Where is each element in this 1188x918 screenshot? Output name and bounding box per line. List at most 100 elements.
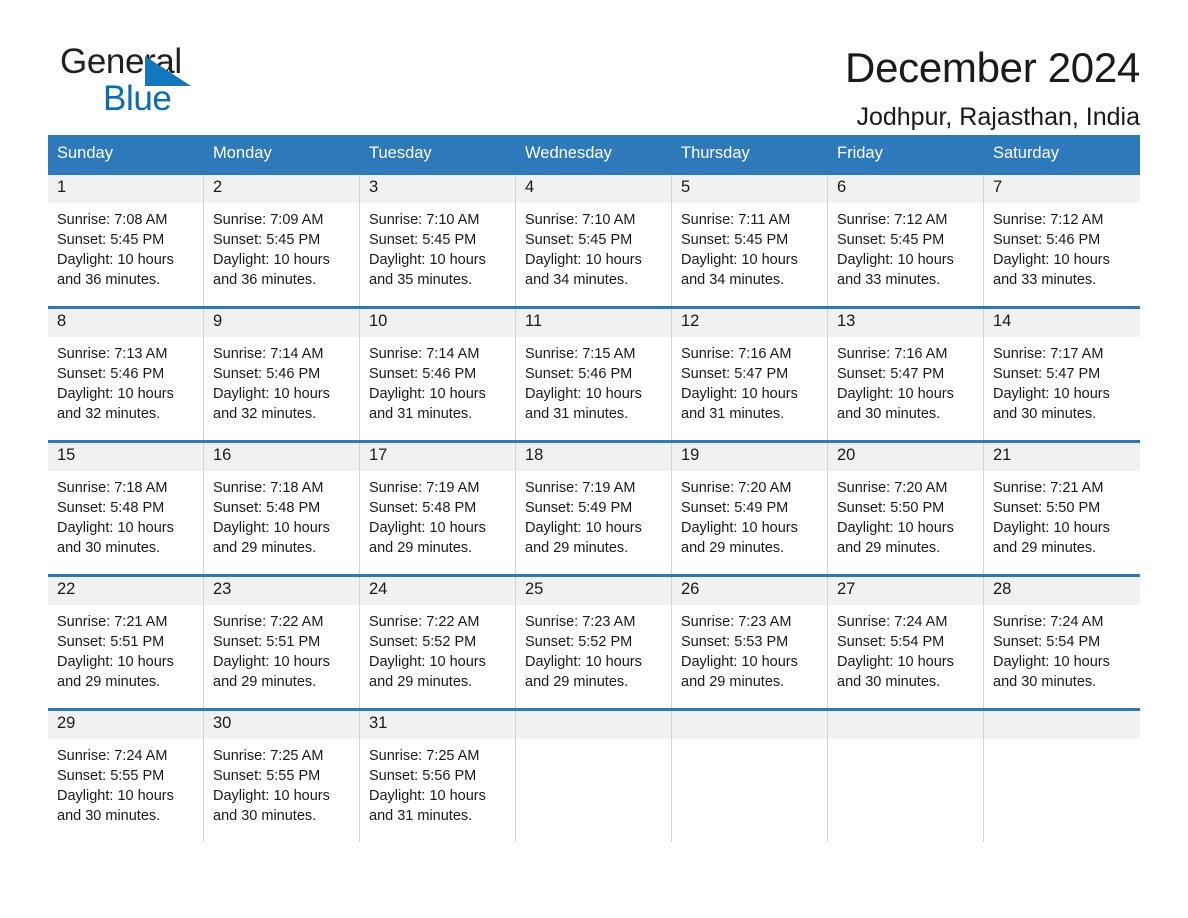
day-number-bar: 31 [360,711,515,740]
day-cell[interactable]: 30 Sunrise: 7:25 AM Sunset: 5:55 PM Dayl… [204,711,360,843]
sunrise-text: Sunrise: 7:18 AM [213,480,324,497]
daylight-text-line1: Daylight: 10 hours [57,654,174,671]
week-row: 15 Sunrise: 7:18 AM Sunset: 5:48 PM Dayl… [48,440,1140,575]
day-cell[interactable]: 5 Sunrise: 7:11 AM Sunset: 5:45 PM Dayli… [672,175,828,307]
day-cell[interactable]: 18 Sunrise: 7:19 AM Sunset: 5:49 PM Dayl… [516,443,672,575]
weekday-header-thursday: Thursday [681,144,750,162]
day-details: Sunrise: 7:24 AM Sunset: 5:55 PM Dayligh… [48,739,203,826]
day-cell[interactable]: 2 Sunrise: 7:09 AM Sunset: 5:45 PM Dayli… [204,175,360,307]
daylight-text-line2: and 29 minutes. [837,540,941,557]
sunrise-text: Sunrise: 7:16 AM [681,346,792,363]
sunset-text: Sunset: 5:47 PM [681,366,789,383]
daylight-text-line2: and 29 minutes. [681,540,785,557]
sunrise-text: Sunrise: 7:23 AM [681,614,792,631]
day-cell[interactable]: 24 Sunrise: 7:22 AM Sunset: 5:52 PM Dayl… [360,577,516,709]
day-number: 29 [57,714,76,733]
day-cell[interactable]: 29 Sunrise: 7:24 AM Sunset: 5:55 PM Dayl… [48,711,204,843]
day-number-bar: 25 [516,577,671,606]
day-number: 22 [57,580,76,599]
day-number-bar: 5 [672,175,827,204]
daylight-text-line2: and 30 minutes. [57,808,161,825]
day-number-bar: 15 [48,443,203,472]
day-number-bar: 7 [984,175,1140,204]
day-cell[interactable]: 9 Sunrise: 7:14 AM Sunset: 5:46 PM Dayli… [204,309,360,441]
daylight-text-line2: and 36 minutes. [57,272,161,289]
sunset-text: Sunset: 5:48 PM [57,500,165,517]
day-number-bar: 12 [672,309,827,338]
day-cell[interactable]: 27 Sunrise: 7:24 AM Sunset: 5:54 PM Dayl… [828,577,984,709]
day-cell[interactable]: 4 Sunrise: 7:10 AM Sunset: 5:45 PM Dayli… [516,175,672,307]
weekday-header-sunday: Sunday [57,144,113,162]
day-cell[interactable]: 8 Sunrise: 7:13 AM Sunset: 5:46 PM Dayli… [48,309,204,441]
day-number-bar: 27 [828,577,983,606]
daylight-text-line1: Daylight: 10 hours [681,252,798,269]
day-cell[interactable]: 25 Sunrise: 7:23 AM Sunset: 5:52 PM Dayl… [516,577,672,709]
day-number: 8 [57,312,67,331]
daylight-text-line2: and 34 minutes. [681,272,785,289]
day-cell[interactable]: 28 Sunrise: 7:24 AM Sunset: 5:54 PM Dayl… [984,577,1140,708]
sunset-text: Sunset: 5:46 PM [525,366,633,383]
day-cell[interactable]: 11 Sunrise: 7:15 AM Sunset: 5:46 PM Dayl… [516,309,672,441]
sunrise-text: Sunrise: 7:19 AM [369,480,480,497]
day-cell[interactable]: 3 Sunrise: 7:10 AM Sunset: 5:45 PM Dayli… [360,175,516,307]
day-cell[interactable]: 6 Sunrise: 7:12 AM Sunset: 5:45 PM Dayli… [828,175,984,307]
sunrise-text: Sunrise: 7:21 AM [993,480,1104,497]
title-block: December 2024 Jodhpur, Rajasthan, India [845,44,1140,132]
day-number-bar: 22 [48,577,203,606]
daylight-text-line1: Daylight: 10 hours [369,654,486,671]
day-cell[interactable]: 1 Sunrise: 7:08 AM Sunset: 5:45 PM Dayli… [48,175,204,307]
day-cell[interactable]: 16 Sunrise: 7:18 AM Sunset: 5:48 PM Dayl… [204,443,360,575]
sunrise-text: Sunrise: 7:16 AM [837,346,948,363]
daylight-text-line1: Daylight: 10 hours [837,654,954,671]
day-number: 23 [213,580,232,599]
daylight-text-line2: and 29 minutes. [57,674,161,691]
sunset-text: Sunset: 5:47 PM [837,366,945,383]
sunset-text: Sunset: 5:45 PM [525,232,633,249]
day-details: Sunrise: 7:24 AM Sunset: 5:54 PM Dayligh… [828,605,983,692]
daylight-text-line1: Daylight: 10 hours [525,654,642,671]
daylight-text-line1: Daylight: 10 hours [993,386,1110,403]
daylight-text-line1: Daylight: 10 hours [837,386,954,403]
day-details: Sunrise: 7:21 AM Sunset: 5:51 PM Dayligh… [48,605,203,692]
generalblue-logo[interactable]: General Blue [48,44,278,124]
day-number: 16 [213,446,232,465]
day-cell[interactable]: 23 Sunrise: 7:22 AM Sunset: 5:51 PM Dayl… [204,577,360,709]
sunset-text: Sunset: 5:51 PM [213,634,321,651]
day-number: 11 [525,312,543,331]
day-details: Sunrise: 7:15 AM Sunset: 5:46 PM Dayligh… [516,337,671,424]
day-cell[interactable]: 31 Sunrise: 7:25 AM Sunset: 5:56 PM Dayl… [360,711,516,843]
day-cell[interactable]: 13 Sunrise: 7:16 AM Sunset: 5:47 PM Dayl… [828,309,984,441]
daylight-text-line1: Daylight: 10 hours [993,654,1110,671]
day-cell[interactable]: 22 Sunrise: 7:21 AM Sunset: 5:51 PM Dayl… [48,577,204,709]
page-title: December 2024 [845,44,1140,91]
sunrise-text: Sunrise: 7:12 AM [837,212,948,229]
daylight-text-line1: Daylight: 10 hours [993,520,1110,537]
day-details: Sunrise: 7:14 AM Sunset: 5:46 PM Dayligh… [204,337,359,424]
day-cell[interactable]: 21 Sunrise: 7:21 AM Sunset: 5:50 PM Dayl… [984,443,1140,574]
daylight-text-line2: and 32 minutes. [213,406,317,423]
day-cell[interactable]: 17 Sunrise: 7:19 AM Sunset: 5:48 PM Dayl… [360,443,516,575]
day-cell-empty [828,711,984,843]
day-cell[interactable]: 26 Sunrise: 7:23 AM Sunset: 5:53 PM Dayl… [672,577,828,709]
day-cell[interactable]: 14 Sunrise: 7:17 AM Sunset: 5:47 PM Dayl… [984,309,1140,440]
sunrise-text: Sunrise: 7:14 AM [213,346,324,363]
daylight-text-line2: and 30 minutes. [57,540,161,557]
weekday-header-tuesday: Tuesday [369,144,432,162]
sunset-text: Sunset: 5:56 PM [369,768,477,785]
day-cell[interactable]: 12 Sunrise: 7:16 AM Sunset: 5:47 PM Dayl… [672,309,828,441]
sunset-text: Sunset: 5:49 PM [525,500,633,517]
day-cell[interactable]: 7 Sunrise: 7:12 AM Sunset: 5:46 PM Dayli… [984,175,1140,306]
day-cell[interactable]: 20 Sunrise: 7:20 AM Sunset: 5:50 PM Dayl… [828,443,984,575]
day-cell[interactable]: 19 Sunrise: 7:20 AM Sunset: 5:49 PM Dayl… [672,443,828,575]
daylight-text-line1: Daylight: 10 hours [681,520,798,537]
weekday-header-wednesday: Wednesday [525,144,612,162]
day-cell[interactable]: 10 Sunrise: 7:14 AM Sunset: 5:46 PM Dayl… [360,309,516,441]
day-cell[interactable]: 15 Sunrise: 7:18 AM Sunset: 5:48 PM Dayl… [48,443,204,575]
daylight-text-line1: Daylight: 10 hours [213,788,330,805]
sunset-text: Sunset: 5:45 PM [681,232,789,249]
day-number: 13 [837,312,856,331]
daylight-text-line2: and 32 minutes. [57,406,161,423]
day-number-bar: 10 [360,309,515,338]
daylight-text-line2: and 29 minutes. [681,674,785,691]
day-number: 25 [525,580,544,599]
